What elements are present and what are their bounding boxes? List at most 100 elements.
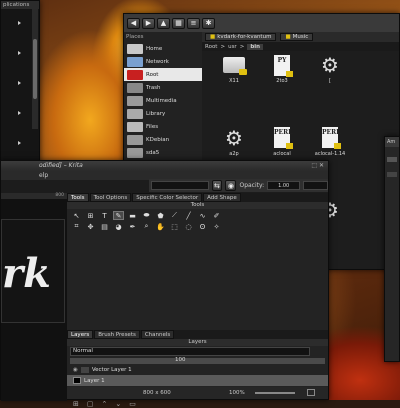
layer-opacity-slider[interactable]: 100	[70, 357, 325, 364]
crop-tool-icon[interactable]: ⌗	[71, 222, 82, 231]
tab-tool-options[interactable]: Tool Options	[89, 193, 132, 202]
home-icon[interactable]: ▲	[157, 17, 170, 29]
blend-mode-icon[interactable]: ⇆	[211, 180, 223, 191]
appmenu-scrollbar[interactable]	[32, 9, 38, 129]
lasso-select-icon[interactable]: ʘ	[197, 222, 208, 231]
freehand-path-icon[interactable]: ✐	[211, 211, 222, 220]
place-icon	[127, 69, 143, 80]
brush-tool-icon[interactable]: ✎	[113, 211, 124, 220]
ellipse-tool-icon[interactable]: ⬬	[141, 211, 152, 220]
move-down-icon[interactable]: ⌄	[115, 400, 121, 408]
file-item[interactable]: X11	[212, 54, 256, 93]
zoom-slider[interactable]	[255, 392, 295, 394]
place-item[interactable]: Root	[124, 68, 202, 81]
file-name: 2to3	[276, 78, 288, 84]
place-item[interactable]: sda5	[124, 146, 202, 159]
file-item[interactable]: PY 2to3	[260, 54, 304, 93]
magic-wand-icon[interactable]: ✧	[211, 222, 222, 231]
line-tool-icon[interactable]: ╱	[183, 211, 194, 220]
tab-brush-presets[interactable]: Brush Presets	[94, 330, 140, 339]
move-up-icon[interactable]: ⌃	[102, 400, 108, 408]
eyedropper-tool-icon[interactable]: ✒	[127, 222, 138, 231]
submenu-arrow-icon[interactable]	[18, 141, 21, 145]
canvas-artwork[interactable]: rk	[1, 219, 65, 323]
rect-select-icon[interactable]: ⬚	[169, 222, 180, 231]
submenu-arrow-icon[interactable]	[18, 21, 21, 25]
canvas-size: 800 x 600	[143, 390, 171, 396]
file-item[interactable]: ⚙[	[308, 54, 352, 93]
fit-view-icon[interactable]	[307, 389, 315, 396]
zoom-tool-icon[interactable]: ⌕	[141, 222, 152, 231]
canvas-area[interactable]: 800 rk	[1, 193, 67, 401]
right-window-item[interactable]	[387, 157, 397, 162]
place-item[interactable]: KDebian	[124, 133, 202, 146]
docker-panel: Tools Tool Options Specific Color Select…	[67, 193, 328, 408]
scrollbar-handle[interactable]	[33, 39, 37, 99]
polyline-tool-icon[interactable]: ⟋	[169, 211, 180, 220]
place-item[interactable]: Network	[124, 55, 202, 68]
place-item[interactable]: Trash	[124, 81, 202, 94]
fill-tool-icon[interactable]: ◕	[113, 222, 124, 231]
camera-icon[interactable]: ◉	[225, 180, 237, 191]
submenu-arrow-icon[interactable]	[18, 111, 21, 115]
file-name: aclocal	[273, 150, 291, 157]
place-label: KDebian	[146, 136, 170, 143]
place-item[interactable]: Files	[124, 120, 202, 133]
bezier-tool-icon[interactable]: ∿	[197, 211, 208, 220]
place-item[interactable]: Library	[124, 107, 202, 120]
place-item[interactable]: Multimedia	[124, 94, 202, 107]
tab-color-selector[interactable]: Specific Color Selector	[132, 193, 203, 202]
layer-row[interactable]: ◉ Vector Layer 1	[67, 365, 328, 375]
polygon-tool-icon[interactable]: ⬟	[155, 211, 166, 220]
gradient-tool-icon[interactable]: ▤	[99, 222, 110, 231]
flow-field[interactable]	[303, 181, 329, 190]
opacity-field[interactable]: 1.00	[267, 181, 301, 190]
forward-arrow-icon[interactable]: ▶	[142, 17, 155, 29]
krita-title: odified] – Krita ⬚ ✕	[1, 161, 328, 171]
brush-preset-combo[interactable]	[151, 181, 209, 190]
tab-tools[interactable]: Tools	[67, 193, 89, 202]
view-grid-icon[interactable]: ▦	[172, 17, 185, 29]
submenu-arrow-icon[interactable]	[18, 51, 21, 55]
breadcrumb-bin[interactable]: bin	[247, 43, 264, 50]
right-window-item[interactable]	[387, 172, 397, 177]
submenu-arrows	[18, 21, 21, 145]
blend-mode-select[interactable]: Normal	[70, 347, 310, 356]
place-icon	[127, 108, 143, 119]
window-controls[interactable]: ⬚ ✕	[311, 161, 324, 171]
right-window-title: Am	[385, 137, 399, 147]
pan-tool-icon[interactable]: ✋	[155, 222, 166, 231]
ellipse-select-icon[interactable]: ◌	[183, 222, 194, 231]
file-name: X11	[229, 78, 239, 84]
tab-kvdark[interactable]: ■ kvdark-for-kvantum	[205, 33, 277, 41]
tab-music[interactable]: ■ Music	[280, 33, 314, 41]
menu-help[interactable]: elp	[39, 172, 48, 179]
tab-channels[interactable]: Channels	[140, 330, 175, 339]
eye-icon[interactable]: ◉	[73, 367, 78, 373]
back-arrow-icon[interactable]: ◀	[127, 17, 140, 29]
move-tool-icon[interactable]: ✥	[85, 222, 96, 231]
tools-header: Tools	[67, 202, 328, 209]
add-layer-icon[interactable]: ⊞	[73, 400, 79, 408]
layer-actions: ⊞ ▢ ⌃ ⌄ ▭	[73, 400, 136, 408]
layer-row-selected[interactable]: Layer 1	[67, 375, 328, 386]
window-title: odified] – Krita	[39, 162, 83, 169]
breadcrumb-usr[interactable]: usr	[228, 44, 237, 50]
tab-layers[interactable]: Layers	[67, 330, 94, 339]
place-item[interactable]: Home	[124, 42, 202, 55]
brush-options-bar: ⇆ ◉ Opacity: 1.00	[149, 179, 329, 192]
submenu-arrow-icon[interactable]	[18, 81, 21, 85]
tab-add-shape[interactable]: Add Shape	[203, 193, 241, 202]
gear-icon[interactable]: ✱	[202, 17, 215, 29]
zoom-level: 100%	[229, 390, 245, 396]
select-tool-icon[interactable]: ↖	[71, 211, 82, 220]
ruler: 800	[1, 193, 67, 199]
text-tool-icon[interactable]: T	[99, 211, 110, 220]
view-list-icon[interactable]: ≡	[187, 17, 200, 29]
transform-tool-icon[interactable]: ⊞	[85, 211, 96, 220]
breadcrumb-root[interactable]: Root	[205, 44, 217, 50]
rectangle-tool-icon[interactable]: ▬	[127, 211, 138, 220]
layer-opacity-value: 100	[175, 357, 186, 363]
delete-layer-icon[interactable]: ▭	[129, 400, 136, 408]
layer-properties-icon[interactable]: ▢	[87, 400, 94, 408]
